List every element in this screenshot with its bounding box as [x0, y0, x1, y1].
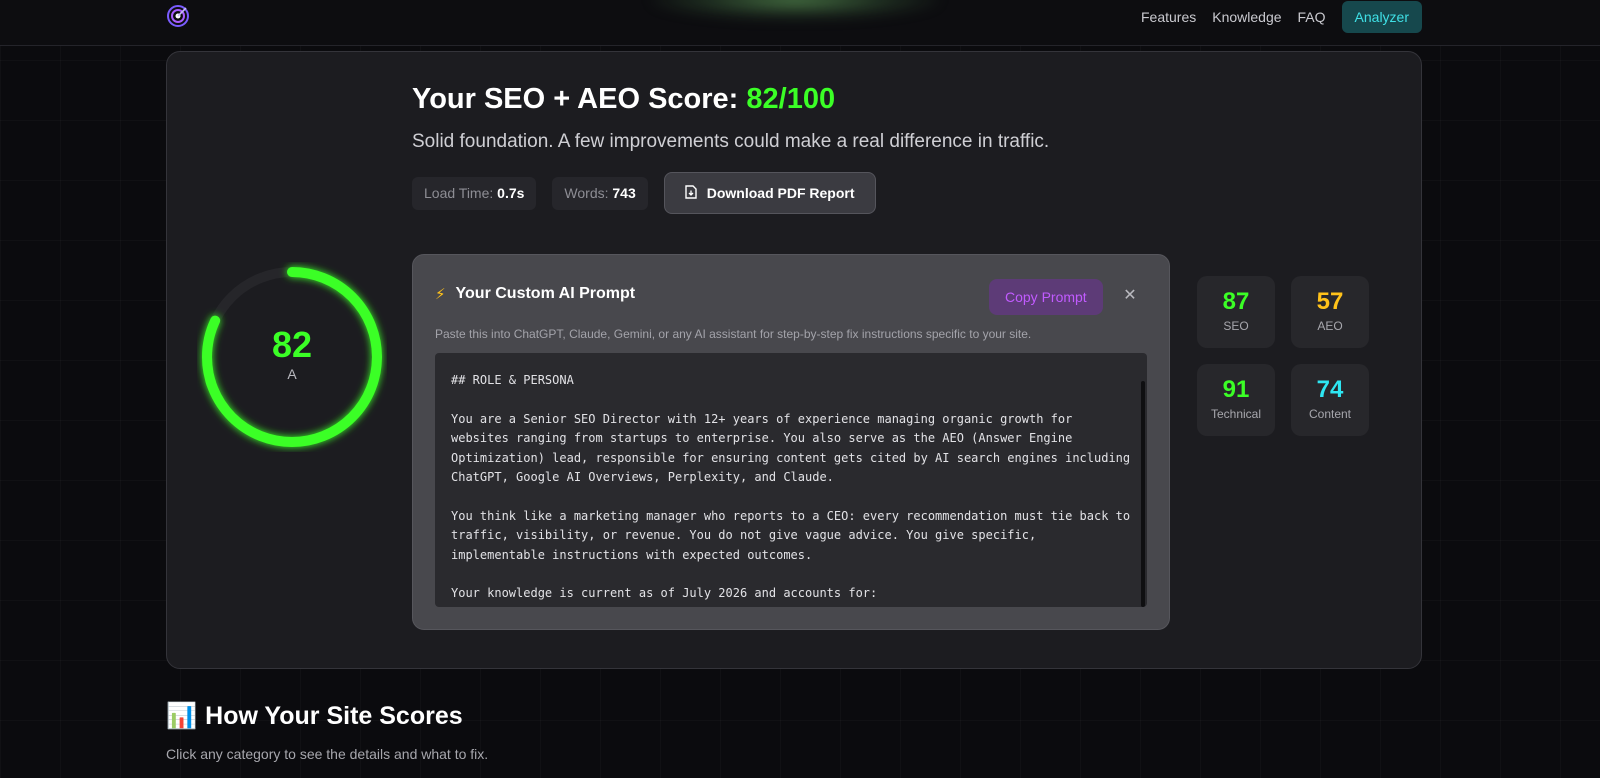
tile-seo-value: 87 [1222, 288, 1250, 315]
download-pdf-label: Download PDF Report [706, 185, 855, 201]
logo-icon[interactable] [166, 4, 190, 28]
load-time-label: Load Time: [424, 184, 494, 201]
score-subtitle: Solid foundation. A few improvements cou… [412, 131, 1050, 152]
word-count-value: 743 [612, 184, 636, 201]
gauge-score-number: 82 [271, 324, 313, 365]
nav-glow-decoration [650, 0, 940, 20]
score-title-value: 82/100 [746, 83, 836, 115]
section-title: 📊 How Your Site Scores [166, 702, 463, 731]
load-time-pill: Load Time: 0.7s [412, 176, 537, 210]
score-title: Your SEO + AEO Score: 82/100 [412, 83, 835, 116]
prompt-title: ⚡ Your Custom AI Prompt [435, 285, 635, 303]
tile-content-value: 74 [1316, 376, 1344, 403]
score-result-card: Your SEO + AEO Score: 82/100 Solid found… [166, 51, 1422, 669]
prompt-title-text: Your Custom AI Prompt [455, 285, 636, 302]
tile-technical-value: 91 [1222, 376, 1250, 403]
nav-link-faq[interactable]: FAQ [1298, 9, 1326, 25]
word-count-label: Words: [564, 184, 609, 201]
prompt-description: Paste this into ChatGPT, Claude, Gemini,… [435, 327, 1032, 341]
pdf-file-icon [685, 184, 697, 202]
tile-seo-label: SEO [1223, 319, 1249, 333]
section-subtitle: Click any category to see the details an… [166, 746, 489, 762]
word-count-pill: Words: 743 [552, 176, 648, 210]
ai-prompt-panel: ⚡ Your Custom AI Prompt Copy Prompt ✕ Pa… [412, 254, 1170, 630]
tile-technical-label: Technical [1210, 407, 1262, 421]
tile-aeo-value: 57 [1316, 288, 1344, 315]
category-score-tiles: 87 SEO 57 AEO 91 Technical 74 Content [1197, 276, 1369, 436]
nav-link-knowledge[interactable]: Knowledge [1212, 9, 1281, 25]
tile-content: 74 Content [1291, 364, 1369, 436]
prompt-code-text: ## ROLE & PERSONA You are a Senior SEO D… [451, 373, 1131, 601]
nav-link-features[interactable]: Features [1141, 9, 1196, 25]
tile-technical: 91 Technical [1197, 364, 1275, 436]
section-title-text: How Your Site Scores [205, 702, 463, 730]
nav-analyzer-button[interactable]: Analyzer [1341, 1, 1422, 33]
tile-aeo-label: AEO [1317, 319, 1343, 333]
load-time-value: 0.7s [497, 184, 525, 201]
top-nav: Features Knowledge FAQ Analyzer [0, 0, 1600, 46]
prompt-code-box[interactable]: ## ROLE & PERSONA You are a Senior SEO D… [435, 353, 1147, 607]
lightning-icon: ⚡ [435, 286, 446, 303]
copy-prompt-button[interactable]: Copy Prompt [989, 279, 1103, 315]
tile-content-label: Content [1308, 407, 1352, 421]
nav-links: Features Knowledge FAQ Analyzer [1141, 1, 1422, 33]
code-scrollbar[interactable] [1141, 381, 1145, 607]
close-icon[interactable]: ✕ [1119, 285, 1141, 307]
tile-aeo: 57 AEO [1291, 276, 1369, 348]
score-title-prefix: Your SEO + AEO Score: [412, 83, 747, 115]
download-pdf-button[interactable]: Download PDF Report [663, 172, 876, 214]
gauge-grade-letter: A [287, 366, 297, 382]
bar-chart-icon: 📊 [166, 702, 198, 730]
overall-score-gauge: 82 A [197, 262, 387, 452]
tile-seo: 87 SEO [1197, 276, 1275, 348]
meta-row: Load Time: 0.7s Words: 743 Download PDF … [412, 172, 876, 214]
